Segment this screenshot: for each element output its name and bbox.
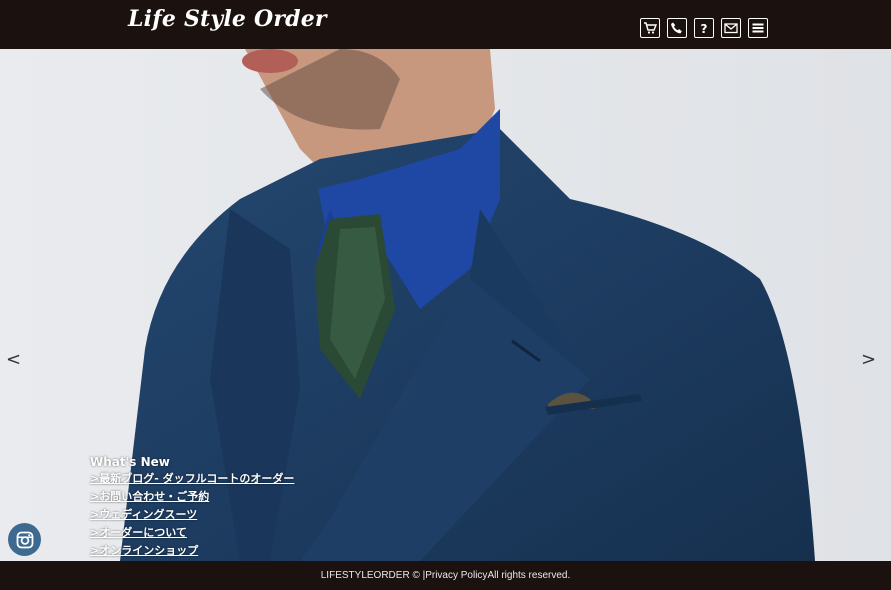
whats-new-panel: What's New >最新ブログ- ダッフルコートのオーダー >お問い合わせ・… bbox=[90, 455, 294, 560]
footer-copyright: LIFESTYLEORDER © | bbox=[320, 570, 426, 581]
footer-rights: All rights reserved. bbox=[487, 570, 571, 581]
instagram-icon[interactable] bbox=[8, 523, 41, 556]
news-item: >ウェディングスーツ bbox=[90, 506, 294, 524]
news-item: >最新ブログ- ダッフルコートのオーダー bbox=[90, 470, 294, 488]
news-link-order[interactable]: >オーダーについて bbox=[90, 526, 187, 539]
news-link-shop[interactable]: >オンラインショップ bbox=[90, 544, 198, 557]
menu-icon[interactable] bbox=[748, 18, 768, 38]
news-item: >オーダーについて bbox=[90, 524, 294, 542]
site-footer: LIFESTYLEORDER © | Privacy Policy All ri… bbox=[0, 561, 891, 590]
whats-new-heading: What's New bbox=[90, 455, 170, 469]
svg-text:?: ? bbox=[701, 22, 708, 35]
cart-icon[interactable] bbox=[640, 18, 660, 38]
help-icon[interactable]: ? bbox=[694, 18, 714, 38]
news-item: >お問い合わせ・ご予約 bbox=[90, 488, 294, 506]
slider-next-button[interactable]: > bbox=[861, 351, 876, 369]
mail-icon[interactable] bbox=[721, 18, 741, 38]
news-link-wedding[interactable]: >ウェディングスーツ bbox=[90, 508, 197, 521]
phone-icon[interactable] bbox=[667, 18, 687, 38]
news-link-list: >最新ブログ- ダッフルコートのオーダー >お問い合わせ・ご予約 >ウェディング… bbox=[90, 470, 294, 560]
news-link-blog[interactable]: >最新ブログ- ダッフルコートのオーダー bbox=[90, 472, 294, 485]
privacy-policy-link[interactable]: Privacy Policy bbox=[425, 570, 487, 581]
news-item: >オンラインショップ bbox=[90, 542, 294, 560]
news-link-contact[interactable]: >お問い合わせ・ご予約 bbox=[90, 490, 209, 503]
slider-prev-button[interactable]: < bbox=[6, 351, 21, 369]
site-logo[interactable]: Life Style Order bbox=[128, 6, 327, 32]
header-icon-bar: ? bbox=[640, 18, 768, 38]
site-header: Life Style Order ? bbox=[0, 0, 891, 49]
